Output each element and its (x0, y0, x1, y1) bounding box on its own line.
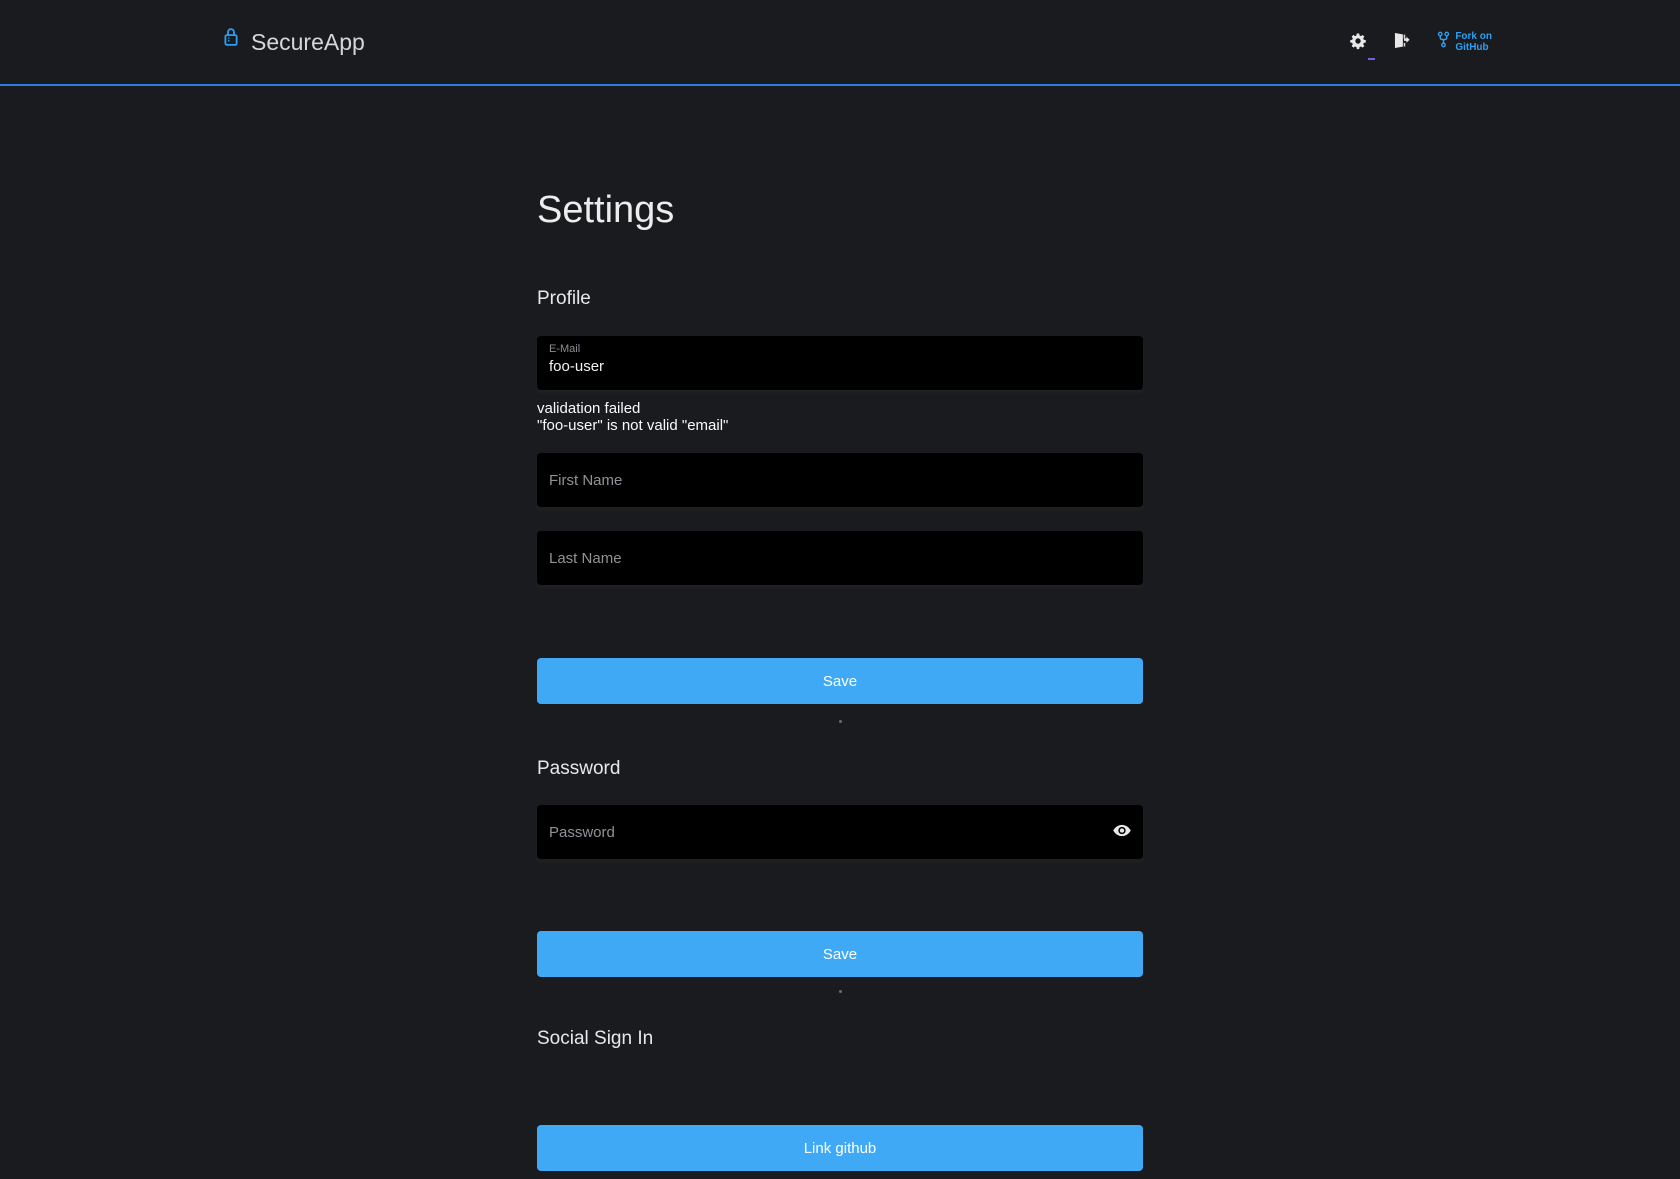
page-title: Settings (537, 188, 1143, 232)
fork-on-github-link[interactable]: Fork on GitHub (1437, 31, 1492, 53)
first-name-input[interactable] (537, 453, 1143, 507)
social-sign-in-section-title: Social Sign In (537, 1029, 1143, 1049)
save-profile-button[interactable]: Save (537, 658, 1143, 704)
password-input[interactable] (537, 805, 1143, 859)
logout-icon (1391, 31, 1410, 53)
validation-line-1: validation failed (537, 400, 1143, 417)
email-field[interactable]: E-Mail (537, 336, 1143, 390)
password-field (537, 805, 1143, 859)
app-logo: SecureApp (222, 28, 365, 56)
password-section-title: Password (537, 759, 1143, 779)
email-field-label: E-Mail (549, 343, 1131, 356)
email-validation-message: validation failed "foo-user" is not vali… (537, 400, 1143, 434)
app-header: SecureApp (0, 0, 1680, 86)
git-fork-icon (1437, 31, 1450, 53)
settings-button[interactable] (1349, 32, 1367, 53)
app-title: SecureApp (251, 28, 365, 56)
active-indicator-dash (1368, 58, 1375, 60)
lock-icon (222, 28, 240, 53)
collapsed-spinner-dot (839, 990, 842, 993)
link-github-button[interactable]: Link github (537, 1125, 1143, 1171)
header-actions: Fork on GitHub (1325, 31, 1492, 53)
gear-icon (1349, 32, 1367, 53)
save-password-button[interactable]: Save (537, 931, 1143, 977)
email-input[interactable] (549, 358, 1131, 375)
logout-button[interactable] (1391, 31, 1410, 53)
eye-icon (1112, 821, 1132, 844)
fork-link-label: Fork on GitHub (1455, 31, 1492, 53)
collapsed-spinner-dot (839, 720, 842, 723)
validation-line-2: "foo-user" is not valid "email" (537, 417, 1143, 434)
profile-section-title: Profile (537, 289, 1143, 309)
settings-page: Settings Profile E-Mail validation faile… (537, 188, 1143, 1171)
last-name-input[interactable] (537, 531, 1143, 585)
toggle-password-visibility-button[interactable] (1112, 821, 1132, 844)
